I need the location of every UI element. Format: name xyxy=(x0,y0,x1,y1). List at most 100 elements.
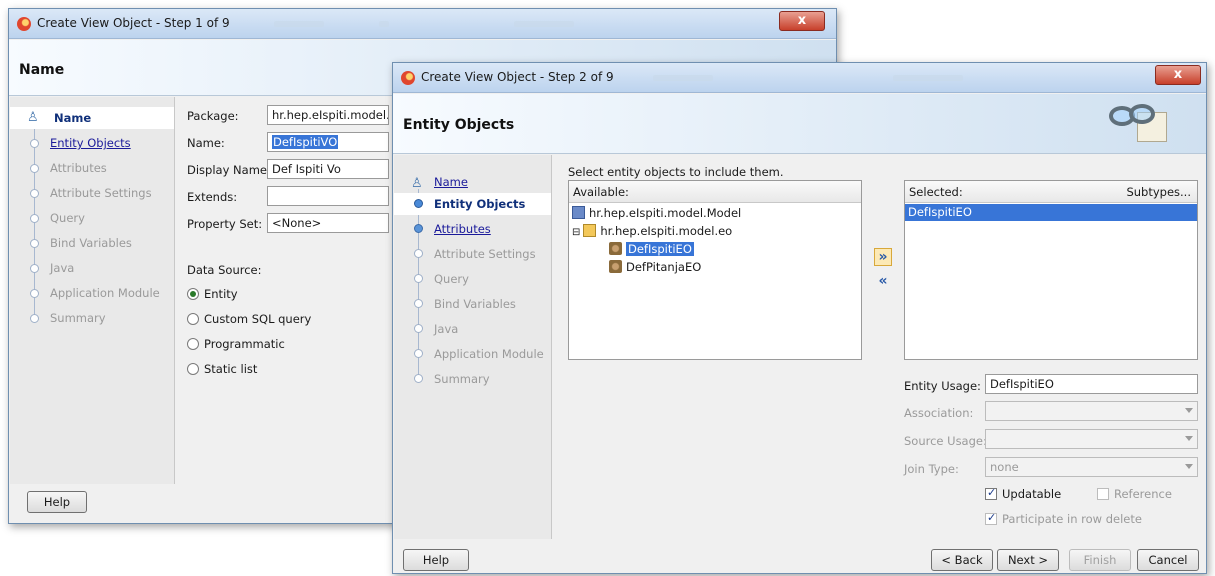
background-blur xyxy=(893,75,963,81)
nav-item-summary[interactable]: Summary xyxy=(10,307,174,329)
nav-item-label: Attribute Settings xyxy=(434,247,536,261)
nav-item-label: Attributes xyxy=(434,222,491,236)
radio-label: Programmatic xyxy=(204,337,285,351)
tree-item-defispitieo[interactable]: DefIspitiEO xyxy=(609,242,694,259)
nav-item-label: Attribute Settings xyxy=(50,186,152,200)
checkbox-box xyxy=(985,511,997,525)
step-dot-icon xyxy=(414,274,423,283)
background-blur xyxy=(653,75,713,81)
nav-item-application-module[interactable]: Application Module xyxy=(394,343,551,365)
package-field[interactable]: hr.hep.eIspiti.model.vo xyxy=(267,105,389,125)
entity-usage-label: Entity Usage: xyxy=(904,379,981,393)
radio-static-list[interactable]: Static list xyxy=(187,362,257,376)
back-button[interactable]: < Back xyxy=(931,549,993,571)
step-walker-icon: ♙ xyxy=(411,176,423,191)
nav-item-name[interactable]: ♙ Name xyxy=(394,173,551,195)
nav-item-label: Name xyxy=(54,111,92,125)
step-navigation: ♙ Name Entity Objects Attributes Attribu… xyxy=(394,155,552,539)
available-list[interactable]: Available: hr.hep.eIspiti.model.Model ⊟ h… xyxy=(568,180,862,360)
app-icon xyxy=(17,17,31,31)
nav-item-attributes[interactable]: Attributes xyxy=(394,218,551,240)
selected-list[interactable]: Selected: Subtypes... DefIspitiEO xyxy=(904,180,1198,360)
nav-item-attribute-settings[interactable]: Attribute Settings xyxy=(10,182,174,204)
step-dot-icon xyxy=(30,264,39,273)
step-dot-icon xyxy=(30,314,39,323)
tree-label: DefPitanjaEO xyxy=(626,260,702,274)
cancel-button[interactable]: Cancel xyxy=(1137,549,1199,571)
nav-item-entity-objects[interactable]: Entity Objects xyxy=(10,132,174,154)
nav-item-java[interactable]: Java xyxy=(10,257,174,279)
step-title: Name xyxy=(19,62,65,78)
step-dot-icon xyxy=(30,214,39,223)
radio-custom-sql[interactable]: Custom SQL query xyxy=(187,312,311,326)
close-button[interactable]: x xyxy=(1155,65,1201,85)
radio-label: Static list xyxy=(204,362,258,376)
next-button[interactable]: Next > xyxy=(997,549,1059,571)
nav-item-label: Summary xyxy=(434,372,490,386)
subtypes-button[interactable]: Subtypes... xyxy=(1126,185,1191,199)
checkbox-box xyxy=(985,486,997,500)
help-button[interactable]: Help xyxy=(27,491,87,513)
nav-item-attributes[interactable]: Attributes xyxy=(10,157,174,179)
nav-item-summary[interactable]: Summary xyxy=(394,368,551,390)
tree-package[interactable]: ⊟ hr.hep.eIspiti.model.eo xyxy=(572,224,732,241)
display-name-label: Display Name: xyxy=(187,163,271,177)
help-button[interactable]: Help xyxy=(403,549,469,571)
finish-button: Finish xyxy=(1069,549,1131,571)
step-header: Entity Objects xyxy=(393,94,1206,154)
data-source-label: Data Source: xyxy=(187,263,262,277)
move-left-icon[interactable]: « xyxy=(874,273,892,291)
name-field[interactable]: DefIspitiVO xyxy=(267,132,389,152)
step-dot-icon xyxy=(30,289,39,298)
package-icon xyxy=(583,224,597,237)
entity-object-icon xyxy=(609,242,622,255)
step-dot-icon xyxy=(414,224,423,233)
step-title: Entity Objects xyxy=(403,117,515,133)
nav-item-java[interactable]: Java xyxy=(394,318,551,340)
close-button[interactable]: x xyxy=(779,11,825,31)
entity-usage-field[interactable]: DefIspitiEO xyxy=(985,374,1198,394)
property-set-label: Property Set: xyxy=(187,217,263,231)
step-navigation: ♙ Name Entity Objects Attributes Attribu… xyxy=(10,97,175,484)
updatable-checkbox[interactable]: Updatable xyxy=(985,486,1061,501)
tree-root-model[interactable]: hr.hep.eIspiti.model.Model xyxy=(572,206,741,223)
radio-dot xyxy=(187,288,199,300)
radio-entity[interactable]: Entity xyxy=(187,287,238,301)
nav-item-query[interactable]: Query xyxy=(394,268,551,290)
move-right-icon[interactable]: » xyxy=(874,248,892,266)
step-dot-icon xyxy=(414,249,423,258)
tree-item-defpitanjaeo[interactable]: DefPitanjaEO xyxy=(609,260,701,277)
available-header: Available: xyxy=(569,181,861,203)
source-usage-label: Source Usage: xyxy=(904,434,987,448)
step-dot-icon xyxy=(30,139,39,148)
nav-item-entity-objects[interactable]: Entity Objects xyxy=(394,193,551,215)
step-dot-icon xyxy=(414,299,423,308)
radio-dot xyxy=(187,313,199,325)
window-title: Create View Object - Step 2 of 9 xyxy=(421,70,614,84)
checkbox-box xyxy=(1097,488,1109,500)
radio-programmatic[interactable]: Programmatic xyxy=(187,337,285,351)
nav-item-bind-variables[interactable]: Bind Variables xyxy=(10,232,174,254)
background-blur xyxy=(379,21,389,27)
tree-label: hr.hep.eIspiti.model.Model xyxy=(589,206,742,220)
nav-item-query[interactable]: Query xyxy=(10,207,174,229)
background-blur xyxy=(274,21,324,27)
nav-item-attribute-settings[interactable]: Attribute Settings xyxy=(394,243,551,265)
dropdown-arrow-icon xyxy=(1185,408,1193,413)
step-dot-icon xyxy=(30,164,39,173)
nav-item-application-module[interactable]: Application Module xyxy=(10,282,174,304)
nav-item-name[interactable]: ♙ Name xyxy=(10,107,174,129)
property-set-select[interactable]: <None> xyxy=(267,213,389,233)
step-walker-icon: ♙ xyxy=(27,110,39,125)
display-name-field[interactable]: Def Ispiti Vo xyxy=(267,159,389,179)
association-select xyxy=(985,401,1198,421)
nav-item-label: Entity Objects xyxy=(434,197,526,211)
collapse-icon[interactable]: ⊟ xyxy=(572,227,580,238)
join-type-label: Join Type: xyxy=(904,462,959,476)
title-bar: Create View Object - Step 2 of 9 x xyxy=(393,63,1206,93)
extends-field[interactable] xyxy=(267,186,389,206)
nav-item-bind-variables[interactable]: Bind Variables xyxy=(394,293,551,315)
nav-item-label: Application Module xyxy=(50,286,160,300)
nav-item-label: Bind Variables xyxy=(434,297,516,311)
selected-item[interactable]: DefIspitiEO xyxy=(905,204,1197,221)
